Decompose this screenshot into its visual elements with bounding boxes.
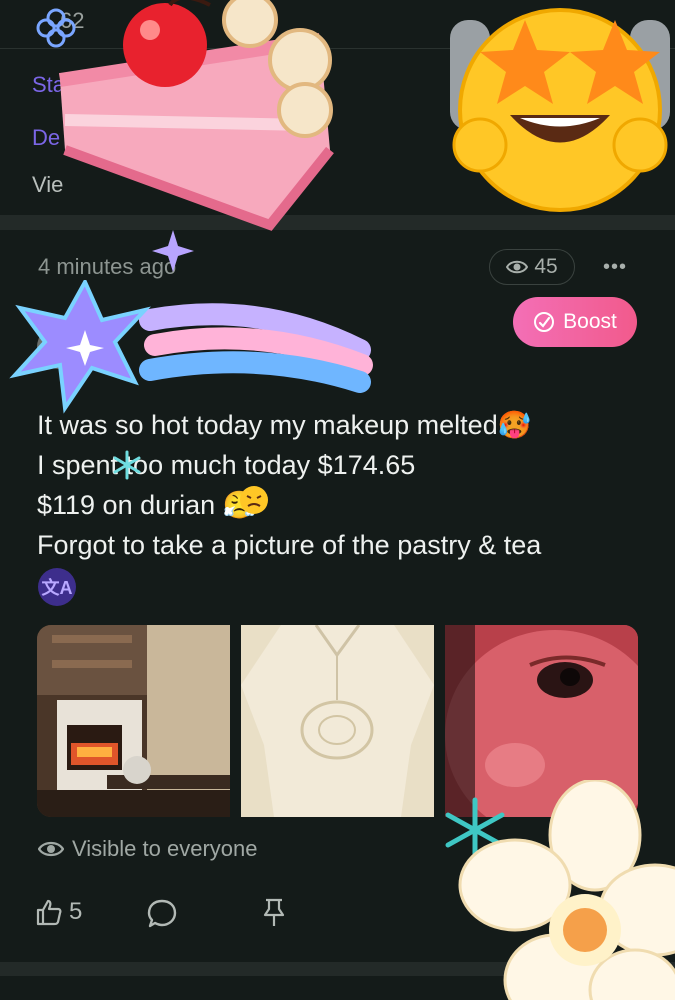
shooting-star-rainbow-sticker — [9, 280, 373, 414]
pin-icon — [263, 898, 285, 926]
post-line-3: $119 on durian 😤 — [37, 490, 257, 520]
boost-label: Boost — [563, 310, 617, 333]
cake-slice-sticker — [58, 0, 334, 231]
star-struck-emoji-sticker — [450, 8, 670, 212]
post-photo-1[interactable] — [37, 625, 230, 817]
thumbs-up-icon — [36, 899, 62, 926]
fireplace-room-image — [37, 625, 230, 817]
views-count: 45 — [534, 255, 558, 278]
comment-button[interactable] — [146, 898, 178, 930]
boost-button[interactable]: Boost — [513, 297, 637, 347]
sparkle-sticker — [152, 230, 194, 272]
views-counter[interactable]: 45 — [489, 249, 575, 285]
post-line-4: Forgot to take a picture of the pastry &… — [37, 530, 542, 560]
comment-icon — [147, 899, 177, 928]
visibility-label: Visible to everyone — [72, 836, 258, 861]
eye-icon — [38, 841, 64, 857]
pin-button[interactable] — [262, 898, 286, 928]
daisy-flower-sticker — [458, 780, 675, 1000]
translate-icon: 文A — [41, 578, 73, 598]
asterisk-sticker — [113, 450, 141, 480]
post-line-2: I spent too much today $174.65 — [37, 450, 416, 480]
translate-button[interactable]: 文A — [38, 568, 76, 606]
like-count: 5 — [69, 898, 83, 925]
post-photo-2[interactable] — [241, 625, 434, 817]
huffing-emoji — [240, 486, 268, 514]
boost-icon — [534, 312, 555, 332]
embroidered-blouse-image — [241, 625, 434, 817]
more-options-button[interactable]: ••• — [603, 256, 627, 279]
eye-icon — [506, 260, 529, 274]
like-button[interactable]: 5 — [35, 898, 82, 926]
visibility-status: Visible to everyone — [38, 836, 258, 862]
